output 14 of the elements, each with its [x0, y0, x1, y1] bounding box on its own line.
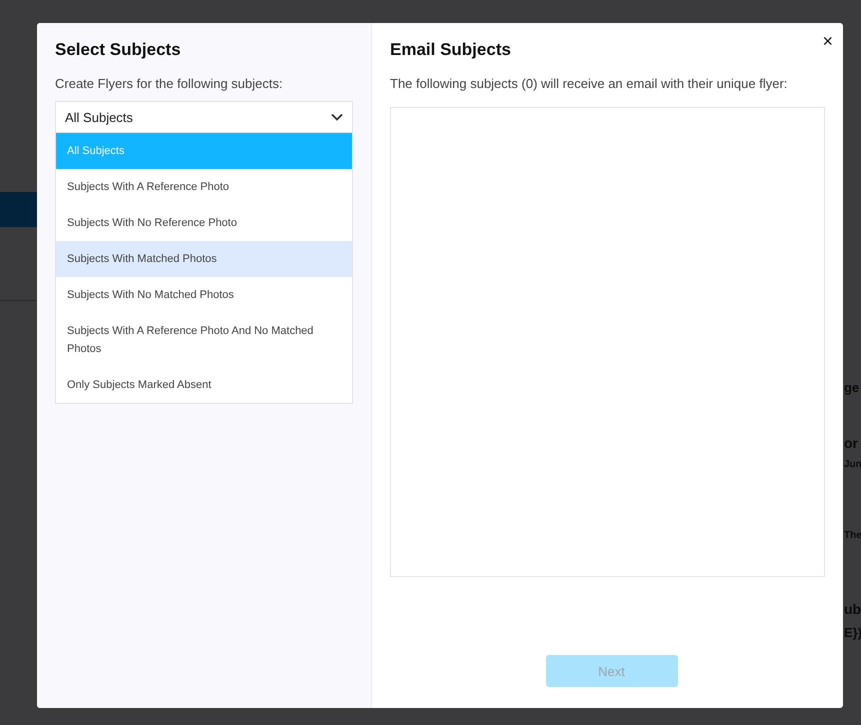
dropdown-option[interactable]: Subjects With A Reference Photo And No Matched Photos [56, 313, 352, 367]
panel-title: Email Subjects [390, 40, 512, 60]
dropdown-option[interactable]: Subjects With No Matched Photos [56, 277, 352, 313]
subjects-dropdown[interactable]: All Subjects [55, 101, 353, 133]
instruction-text: Create Flyers for the following subjects: [55, 76, 284, 91]
chevron-down-icon [331, 113, 343, 121]
sidebar-item-highlight [0, 192, 37, 227]
dropdown-option[interactable]: Only Subjects Marked Absent [56, 367, 352, 403]
description-text: The following subjects (0) will receive an email with their unique flyer: [390, 76, 788, 91]
close-icon[interactable]: × [822, 31, 833, 52]
panel-title: Select Subjects [55, 40, 182, 60]
dropdown-option[interactable]: Subjects With No Reference Photo [56, 205, 352, 241]
dropdown-option[interactable]: Subjects With A Reference Photo [56, 169, 352, 205]
dropdown-option[interactable]: Subjects With Matched Photos [56, 241, 352, 277]
